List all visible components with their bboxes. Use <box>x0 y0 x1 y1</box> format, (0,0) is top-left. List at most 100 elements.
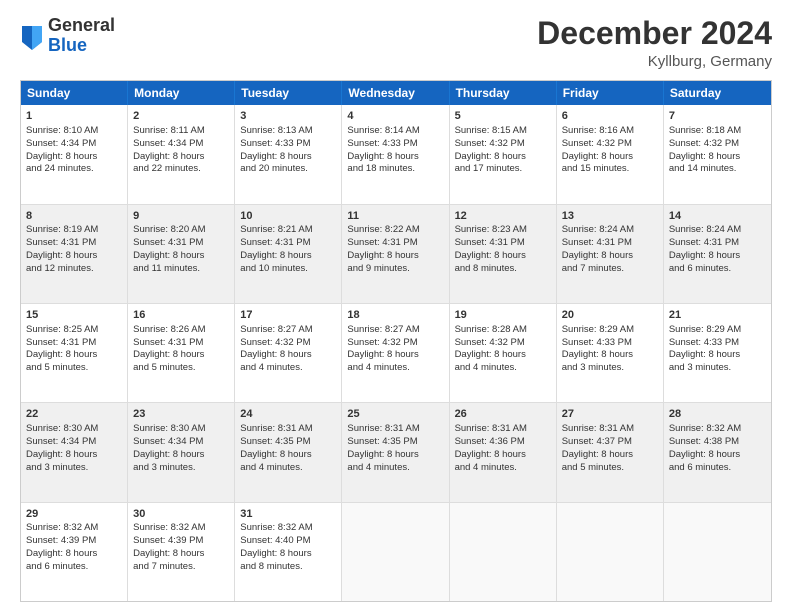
cell-text: Sunset: 4:31 PM <box>26 237 122 250</box>
cell-text: and 4 minutes. <box>347 462 443 475</box>
cell-text: Daylight: 8 hours <box>26 548 122 561</box>
cell-text: Daylight: 8 hours <box>455 151 551 164</box>
cell-text: Sunset: 4:32 PM <box>562 138 658 151</box>
day-number: 23 <box>133 407 229 422</box>
table-row: 13Sunrise: 8:24 AMSunset: 4:31 PMDayligh… <box>557 205 664 303</box>
table-row: 21Sunrise: 8:29 AMSunset: 4:33 PMDayligh… <box>664 304 771 402</box>
table-row: 6Sunrise: 8:16 AMSunset: 4:32 PMDaylight… <box>557 105 664 203</box>
header-tuesday: Tuesday <box>235 81 342 105</box>
table-row: 16Sunrise: 8:26 AMSunset: 4:31 PMDayligh… <box>128 304 235 402</box>
cell-text: Daylight: 8 hours <box>347 250 443 263</box>
table-row: 27Sunrise: 8:31 AMSunset: 4:37 PMDayligh… <box>557 403 664 501</box>
day-number: 31 <box>240 507 336 522</box>
cell-text: Sunrise: 8:24 AM <box>562 224 658 237</box>
header-saturday: Saturday <box>664 81 771 105</box>
cell-text: Daylight: 8 hours <box>347 151 443 164</box>
table-row: 4Sunrise: 8:14 AMSunset: 4:33 PMDaylight… <box>342 105 449 203</box>
cell-text: Sunset: 4:34 PM <box>26 436 122 449</box>
cell-text: Sunset: 4:33 PM <box>562 337 658 350</box>
week-row-1: 1Sunrise: 8:10 AMSunset: 4:34 PMDaylight… <box>21 105 771 203</box>
month-title: December 2024 <box>537 16 772 51</box>
day-number: 2 <box>133 109 229 124</box>
day-number: 10 <box>240 209 336 224</box>
cell-text: and 4 minutes. <box>240 462 336 475</box>
cell-text: and 4 minutes. <box>455 362 551 375</box>
cell-text: Sunset: 4:32 PM <box>455 138 551 151</box>
cell-text: Sunrise: 8:16 AM <box>562 125 658 138</box>
table-row <box>342 503 449 601</box>
day-number: 29 <box>26 507 122 522</box>
cell-text: Sunset: 4:32 PM <box>669 138 766 151</box>
cell-text: Sunrise: 8:10 AM <box>26 125 122 138</box>
cell-text: Sunset: 4:32 PM <box>347 337 443 350</box>
day-number: 8 <box>26 209 122 224</box>
cell-text: Sunset: 4:33 PM <box>347 138 443 151</box>
cell-text: Daylight: 8 hours <box>240 449 336 462</box>
header-monday: Monday <box>128 81 235 105</box>
day-number: 1 <box>26 109 122 124</box>
cell-text: Daylight: 8 hours <box>562 151 658 164</box>
cell-text: Sunrise: 8:31 AM <box>562 423 658 436</box>
cell-text: and 3 minutes. <box>26 462 122 475</box>
cell-text: Daylight: 8 hours <box>562 250 658 263</box>
day-number: 4 <box>347 109 443 124</box>
day-number: 30 <box>133 507 229 522</box>
header-wednesday: Wednesday <box>342 81 449 105</box>
table-row: 5Sunrise: 8:15 AMSunset: 4:32 PMDaylight… <box>450 105 557 203</box>
cell-text: Sunrise: 8:19 AM <box>26 224 122 237</box>
table-row: 3Sunrise: 8:13 AMSunset: 4:33 PMDaylight… <box>235 105 342 203</box>
table-row <box>664 503 771 601</box>
cell-text: Sunrise: 8:29 AM <box>562 324 658 337</box>
day-number: 27 <box>562 407 658 422</box>
table-row: 24Sunrise: 8:31 AMSunset: 4:35 PMDayligh… <box>235 403 342 501</box>
cell-text: Sunrise: 8:25 AM <box>26 324 122 337</box>
day-number: 18 <box>347 308 443 323</box>
cell-text: Daylight: 8 hours <box>133 449 229 462</box>
cell-text: Sunrise: 8:32 AM <box>26 522 122 535</box>
calendar: Sunday Monday Tuesday Wednesday Thursday… <box>20 80 772 602</box>
day-number: 9 <box>133 209 229 224</box>
cell-text: Sunrise: 8:28 AM <box>455 324 551 337</box>
cell-text: Sunset: 4:31 PM <box>455 237 551 250</box>
cell-text: Sunrise: 8:11 AM <box>133 125 229 138</box>
cell-text: Daylight: 8 hours <box>133 548 229 561</box>
header-sunday: Sunday <box>21 81 128 105</box>
table-row: 2Sunrise: 8:11 AMSunset: 4:34 PMDaylight… <box>128 105 235 203</box>
cell-text: and 3 minutes. <box>133 462 229 475</box>
cell-text: Sunset: 4:31 PM <box>26 337 122 350</box>
cell-text: and 5 minutes. <box>562 462 658 475</box>
cell-text: and 14 minutes. <box>669 163 766 176</box>
header-thursday: Thursday <box>450 81 557 105</box>
cell-text: Sunset: 4:31 PM <box>562 237 658 250</box>
table-row: 10Sunrise: 8:21 AMSunset: 4:31 PMDayligh… <box>235 205 342 303</box>
cell-text: and 11 minutes. <box>133 263 229 276</box>
cell-text: Sunrise: 8:18 AM <box>669 125 766 138</box>
day-number: 21 <box>669 308 766 323</box>
cell-text: Sunrise: 8:14 AM <box>347 125 443 138</box>
cell-text: Sunrise: 8:32 AM <box>240 522 336 535</box>
cell-text: Daylight: 8 hours <box>133 151 229 164</box>
cell-text: and 6 minutes. <box>26 561 122 574</box>
cell-text: Daylight: 8 hours <box>347 449 443 462</box>
day-number: 15 <box>26 308 122 323</box>
cell-text: and 7 minutes. <box>133 561 229 574</box>
week-row-3: 15Sunrise: 8:25 AMSunset: 4:31 PMDayligh… <box>21 303 771 402</box>
cell-text: and 5 minutes. <box>133 362 229 375</box>
table-row: 11Sunrise: 8:22 AMSunset: 4:31 PMDayligh… <box>342 205 449 303</box>
table-row: 15Sunrise: 8:25 AMSunset: 4:31 PMDayligh… <box>21 304 128 402</box>
cell-text: Sunrise: 8:32 AM <box>133 522 229 535</box>
cell-text: and 4 minutes. <box>455 462 551 475</box>
table-row: 22Sunrise: 8:30 AMSunset: 4:34 PMDayligh… <box>21 403 128 501</box>
week-row-2: 8Sunrise: 8:19 AMSunset: 4:31 PMDaylight… <box>21 204 771 303</box>
cell-text: Sunset: 4:31 PM <box>133 337 229 350</box>
cell-text: Daylight: 8 hours <box>455 250 551 263</box>
table-row: 8Sunrise: 8:19 AMSunset: 4:31 PMDaylight… <box>21 205 128 303</box>
cell-text: and 4 minutes. <box>347 362 443 375</box>
cell-text: Daylight: 8 hours <box>455 349 551 362</box>
cell-text: Daylight: 8 hours <box>133 250 229 263</box>
cell-text: Sunset: 4:31 PM <box>240 237 336 250</box>
cell-text: Sunrise: 8:26 AM <box>133 324 229 337</box>
day-number: 17 <box>240 308 336 323</box>
table-row: 23Sunrise: 8:30 AMSunset: 4:34 PMDayligh… <box>128 403 235 501</box>
table-row: 28Sunrise: 8:32 AMSunset: 4:38 PMDayligh… <box>664 403 771 501</box>
